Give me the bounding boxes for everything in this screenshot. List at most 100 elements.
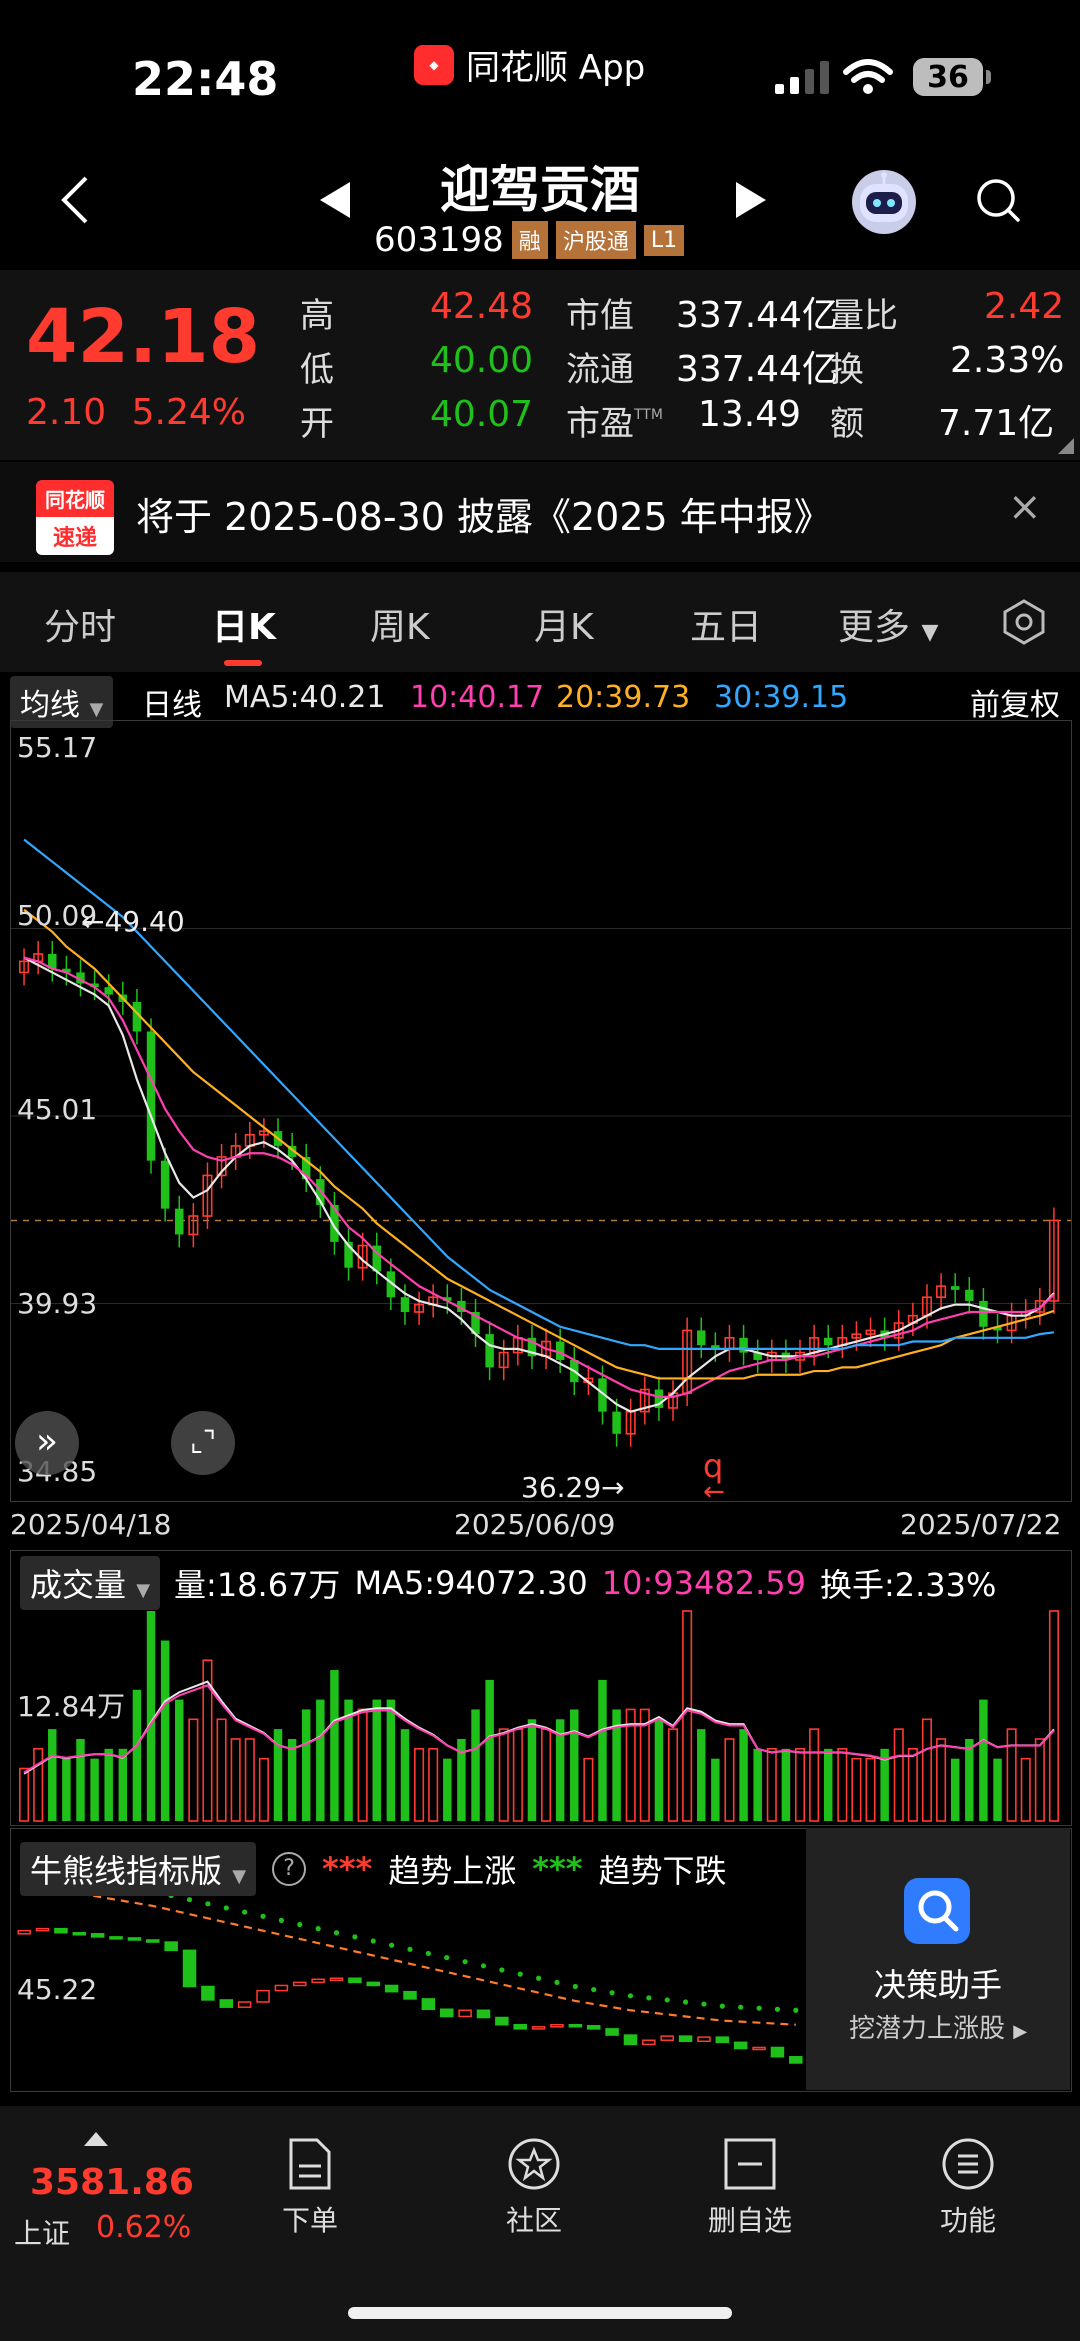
decision-subtitle: 挖潜力上涨股 ▶ [806,2008,1070,2045]
decision-subtitle-text: 挖潜力上涨股 [848,2014,1005,2044]
volume-bar [301,1709,311,1821]
bear-trend-dot [591,1987,597,1993]
community-button[interactable]: 社区 [474,2136,594,2239]
tab-daily-k[interactable]: 日K [212,598,276,650]
price-change: 2.10 5.24% [26,392,246,433]
bear-trend-dot [738,2004,744,2010]
volume-bar [146,1611,156,1821]
index-name: 上证 [14,2217,71,2250]
volume-bar [766,1748,777,1822]
float-cap-value: 337.44亿 [676,349,838,390]
bull-candle [789,2056,803,2064]
bear-trend-dot [260,1913,266,1919]
volume-bar [132,1689,142,1821]
bear-trend-dot [370,1938,376,1944]
volume-bar [965,1738,974,1821]
menu-lines-icon [942,2138,994,2190]
app-logo-icon: ◆ [414,44,454,85]
tab-intraday[interactable]: 分时 [44,598,116,650]
period-tabs: 分时 日K 周K 月K 五日 更多 ▼ [0,572,1080,672]
candle-body [146,1031,156,1161]
ma5-value: MA5:40.21 [224,680,386,715]
bear-trend-dot [646,1995,652,2001]
volume-bar [287,1738,297,1821]
volume-bar [851,1757,862,1822]
volume-bar [485,1679,494,1821]
bear-trend-dot [701,2001,707,2007]
adjustment-mode[interactable]: 前复权 [970,680,1060,724]
ai-assistant-robot-icon[interactable] [852,170,916,234]
candle-body [965,1289,974,1301]
volume-bar [936,1738,947,1822]
period-label: 日线 [142,688,202,723]
bull-candle [715,2036,730,2044]
bull-candle [72,1932,87,1936]
bull-candle [329,1977,344,1981]
volume-bar [993,1758,1002,1821]
volume-bar [583,1757,594,1822]
bull-y-label: 45.22 [17,1973,98,2006]
fullscreen-icon[interactable]: ⌞⌝ [171,1411,235,1475]
volume-bar [386,1699,396,1821]
bull-mode-select[interactable]: 牛熊线指标版 ▼ [20,1842,257,1896]
downtrend-dots: *** [532,1850,583,1888]
bull-candle [642,2039,656,2046]
volume-bar [739,1729,748,1821]
close-icon[interactable]: × [1008,484,1042,530]
volume-bar [330,1670,339,1821]
volume-bar [950,1758,960,1821]
ma-legend-row: 均线 ▼ 日线 MA5:40.21 10:40.17 20:39.73 30:3… [0,672,1080,728]
candle-body [485,1334,494,1368]
bear-trend-dot [278,1917,284,1923]
bear-trend-dot [333,1930,340,1936]
order-button[interactable]: 下单 [250,2136,370,2239]
volume-bar [188,1718,199,1822]
decision-assistant-card[interactable]: 决策助手 挖潜力上涨股 ▶ [806,1828,1070,2090]
bull-candle [274,1984,289,1992]
bear-trend-dot [517,1971,523,1977]
chart-settings-icon[interactable] [1000,598,1048,646]
volume-bar [1006,1728,1017,1822]
bull-candle [697,2036,711,2043]
remove-watchlist-button[interactable]: 删自选 [690,2136,810,2239]
functions-button[interactable]: 功能 [908,2136,1028,2239]
volume-bar [527,1719,537,1821]
tab-monthly-k[interactable]: 月K [534,598,594,650]
bear-trend-dot [425,1950,431,1957]
bull-candle [495,2016,509,2026]
tab-more[interactable]: 更多 ▼ [838,598,938,650]
logo-bottom-text: 速递 [36,517,114,555]
volume-bar [175,1699,184,1821]
previous-stock-icon[interactable] [320,182,350,218]
announcement-text: 将于 2025-08-30 披露《2025 年中报》 [136,495,832,539]
expand-corner-icon[interactable] [1058,438,1074,454]
volume-bar [90,1758,99,1821]
announcement-banner[interactable]: 同花顺 速递 将于 2025-08-30 披露《2025 年中报》 × [0,462,1080,562]
tab-five-day[interactable]: 五日 [690,598,762,650]
chevron-right-icon: ▶ [1013,2021,1028,2042]
volume-mode-select[interactable]: 成交量 ▼ [20,1556,161,1610]
bull-candle [90,1933,105,1938]
collapse-panel-icon[interactable]: » [15,1411,79,1475]
bull-candle [293,1981,307,1987]
volume-bar [104,1748,113,1821]
tab-weekly-k[interactable]: 周K [370,598,430,650]
volume-bar [794,1748,806,1822]
bull-candle [752,2046,766,2051]
kline-chart-area[interactable]: 55.17 50.09 45.01 39.93 34.85 ←49.40 36.… [10,720,1072,1507]
volume-ma5: MA5:94072.30 [354,1564,588,1602]
ma-line-20 [23,908,1055,1380]
home-indicator[interactable] [348,2307,732,2319]
index-value[interactable]: 3581.86 [30,2162,194,2203]
help-icon[interactable]: ? [272,1852,307,1886]
bull-candle [550,2023,564,2028]
bull-bear-line [24,1883,796,2026]
bear-trend-dot [352,1934,358,1940]
search-icon[interactable] [974,176,1022,224]
next-stock-icon[interactable] [736,182,766,218]
bull-candle [458,2009,472,2018]
high-label: 高 [300,296,334,336]
bear-trend-dot [444,1954,450,1961]
app-indicator[interactable]: ◆ 同花顺 App [414,40,645,89]
volume-legend: 成交量 ▼ 量:18.67万 MA5:94072.30 10:93482.59 … [20,1556,996,1610]
